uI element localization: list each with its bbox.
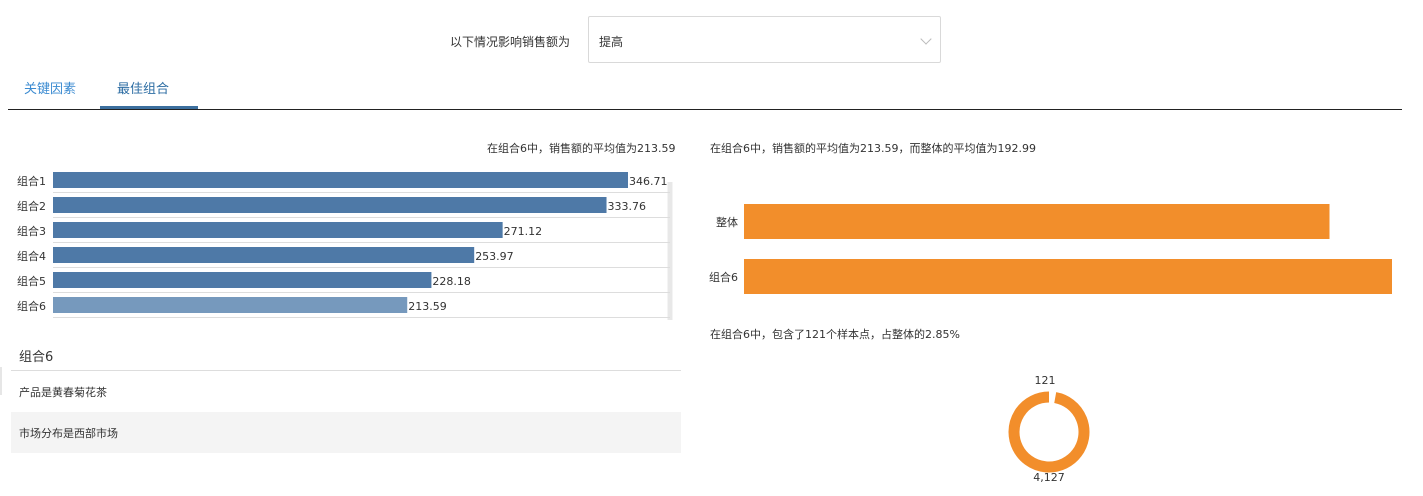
filter-label: 以下情况影响销售额为 [450, 35, 571, 49]
category-label: 组合1 [17, 174, 46, 188]
bar [744, 259, 1392, 294]
detail-row: 市场分布是西部市场 [11, 412, 681, 453]
donut-slice [1048, 391, 1057, 403]
donut-slice [1008, 391, 1090, 473]
tab-key-factors[interactable]: 关键因素 [24, 78, 76, 97]
donut-chart-title: 在组合6中，包含了121个样本点，占整体的2.85% [710, 328, 960, 341]
value-label: 271.12 [504, 225, 543, 238]
value-label: 253.97 [475, 250, 514, 263]
bar-chart-title: 在组合6中，销售额的平均值为213.59 [487, 142, 676, 155]
bar [53, 247, 475, 263]
category-label: 整体 [716, 215, 738, 229]
value-label: 228.18 [432, 275, 471, 288]
sample-donut-chart: 121 4,127 [1008, 374, 1090, 484]
category-label: 组合5 [17, 274, 46, 288]
bar [744, 204, 1330, 239]
scroll-edge [0, 367, 2, 395]
value-label: 333.76 [608, 200, 647, 213]
impact-select-value: 提高 [599, 35, 624, 49]
chevron-down-icon [920, 33, 932, 45]
category-label: 组合6 [17, 299, 46, 313]
value-label: 213.59 [408, 300, 447, 313]
bar [53, 172, 628, 188]
slice-label: 4,127 [1033, 471, 1065, 484]
bar [53, 272, 432, 288]
combination-detail: 组合6 产品是黄春菊花茶 市场分布是西部市场 [11, 334, 681, 453]
bar [53, 297, 408, 313]
active-tab-indicator [100, 106, 198, 109]
category-label: 组合3 [17, 224, 46, 238]
tab-bar: 关键因素 最佳组合 [8, 70, 1402, 110]
value-label: 346.71 [629, 175, 668, 188]
bar [53, 197, 607, 213]
category-label: 组合4 [17, 249, 46, 263]
tab-best-combination[interactable]: 最佳组合 [117, 78, 169, 97]
combination-bar-chart: 组合1 346.71 组合2 333.76 组合3 271.12 组合4 253.97 组合5 2… [17, 168, 673, 320]
category-label: 组合6 [709, 270, 738, 284]
category-label: 组合2 [17, 199, 46, 213]
impact-select[interactable]: 提高 [588, 16, 941, 63]
detail-heading: 组合6 [11, 334, 681, 371]
slice-label: 121 [1035, 374, 1056, 387]
detail-row: 产品是黄春菊花茶 [19, 386, 107, 399]
bar [53, 222, 503, 238]
compare-chart-title: 在组合6中，销售额的平均值为213.59，而整体的平均值为192.99 [710, 142, 1036, 155]
average-compare-chart: 整体组合6 [709, 204, 1392, 294]
